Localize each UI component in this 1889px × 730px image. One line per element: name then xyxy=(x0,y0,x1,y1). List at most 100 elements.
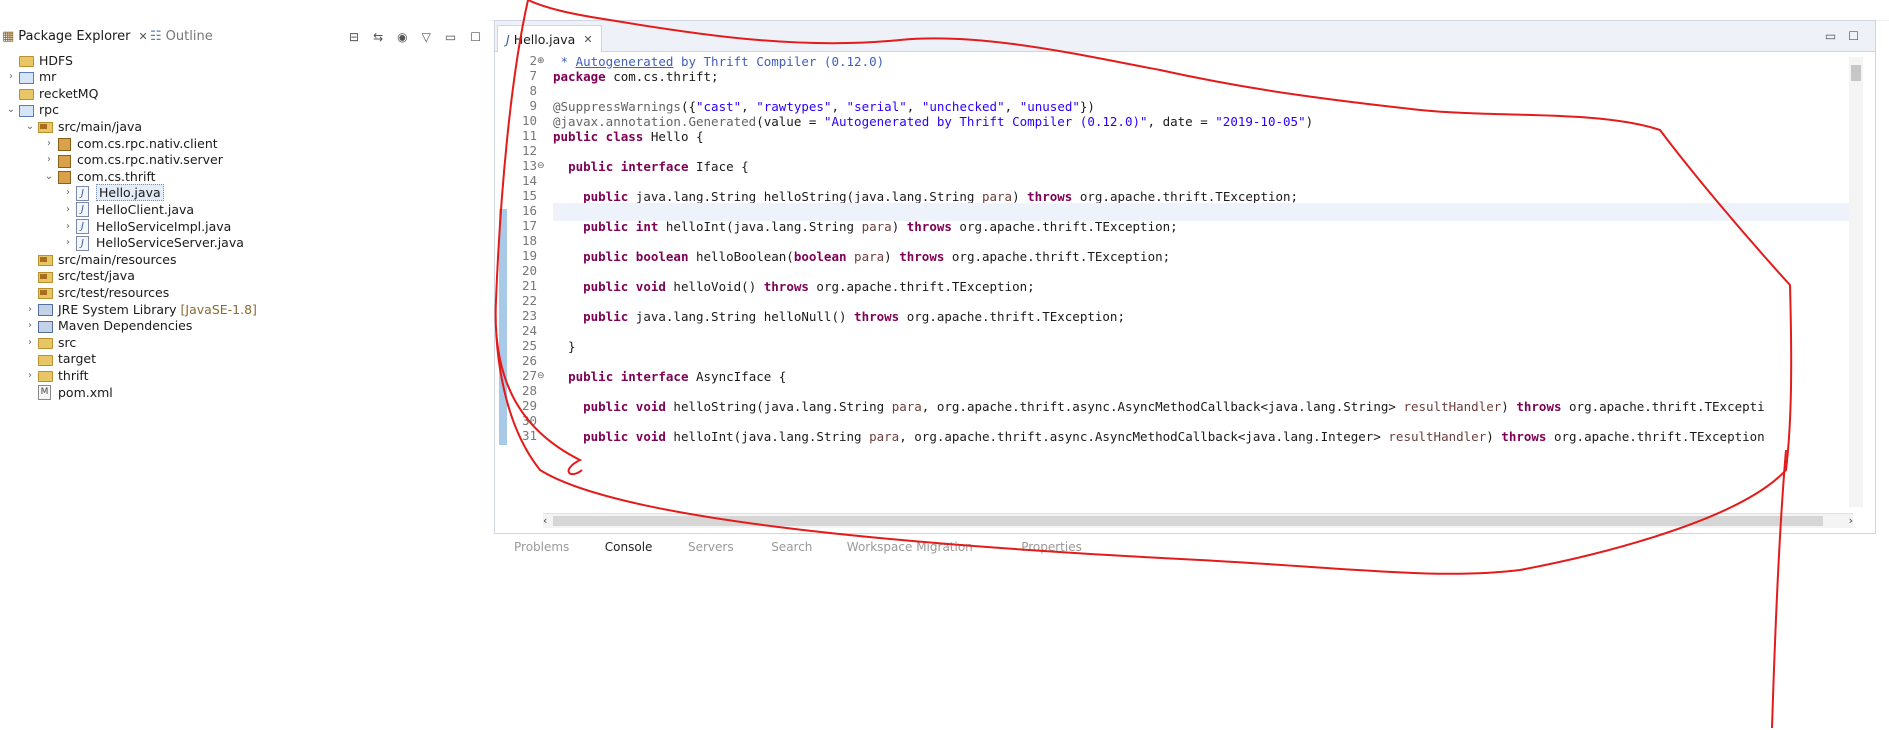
source-folder-icon xyxy=(37,252,53,267)
line-number: 8 xyxy=(529,83,537,98)
tab-outline[interactable]: ☷ Outline xyxy=(150,24,213,48)
source-folder-icon xyxy=(37,119,53,134)
code-line[interactable]: public interface AsyncIface { xyxy=(553,368,786,386)
line-number: 29 xyxy=(521,398,537,413)
code-line[interactable]: public boolean helloBoolean(boolean para… xyxy=(553,248,1170,266)
chevron-right-icon[interactable]: › xyxy=(61,187,75,198)
code-area[interactable]: * Autogenerated by Thrift Compiler (0.12… xyxy=(553,53,1863,513)
editor-window-controls: ▭ ☐ xyxy=(1825,29,1859,43)
window-top-bar xyxy=(0,0,1889,21)
folder-icon xyxy=(18,53,34,67)
line-number: 26 xyxy=(521,353,537,368)
line-number: 11 xyxy=(521,128,537,143)
link-with-editor-icon[interactable]: ⇆ xyxy=(373,30,383,44)
chevron-down-icon[interactable]: ⌄ xyxy=(42,171,56,182)
scroll-left-icon[interactable]: ‹ xyxy=(543,514,547,527)
bottom-tab[interactable]: Workspace Migration xyxy=(847,540,973,554)
chevron-right-icon[interactable]: › xyxy=(61,221,75,232)
editor-tab-label: Hello.java xyxy=(513,31,576,47)
line-number: 22 xyxy=(521,293,537,308)
tree-item-label: src/test/resources xyxy=(58,284,170,300)
minimize-icon[interactable]: ▭ xyxy=(1825,29,1836,43)
chevron-right-icon[interactable]: › xyxy=(4,71,18,82)
code-line[interactable]: package com.cs.thrift; xyxy=(553,68,719,86)
tab-package-explorer[interactable]: ▦ Package Explorer ✕ xyxy=(2,24,148,48)
chevron-right-icon[interactable]: › xyxy=(42,154,56,165)
folder-icon xyxy=(18,86,34,101)
horizontal-scrollbar[interactable]: ‹ › xyxy=(543,513,1853,528)
focus-icon[interactable]: ◉ xyxy=(397,30,407,44)
folder-icon xyxy=(37,335,53,350)
collapse-fold-icon[interactable]: ⊖ xyxy=(537,371,545,381)
scroll-thumb[interactable] xyxy=(1851,65,1861,81)
tree-item-label: HelloClient.java xyxy=(96,201,195,217)
chevron-right-icon[interactable]: › xyxy=(23,304,37,315)
chevron-right-icon[interactable]: › xyxy=(61,237,75,248)
bottom-tab[interactable]: Problems xyxy=(514,540,569,554)
xml-file-icon xyxy=(37,385,53,400)
scroll-thumb[interactable] xyxy=(553,516,1823,526)
line-number: 28 xyxy=(521,383,537,398)
chevron-down-icon[interactable]: ⌄ xyxy=(4,104,18,115)
line-number: 15 xyxy=(521,188,537,203)
tree-item-label: src xyxy=(58,334,77,350)
code-line[interactable]: public interface Iface { xyxy=(553,158,749,176)
line-number: 24 xyxy=(521,323,537,338)
bottom-tab[interactable]: Console xyxy=(605,540,653,554)
change-ruler-bar xyxy=(499,209,507,445)
tree-item-label: HelloServiceServer.java xyxy=(96,235,244,251)
code-line[interactable]: public void helloString(java.lang.String… xyxy=(553,398,1765,416)
java-file-icon xyxy=(75,185,91,201)
chevron-right-icon[interactable]: › xyxy=(42,138,56,149)
line-number: 2 xyxy=(529,53,537,68)
scroll-right-icon[interactable]: › xyxy=(1849,514,1853,527)
tree-item-label: com.cs.thrift xyxy=(77,168,156,184)
line-number: 9 xyxy=(529,98,537,113)
maximize-icon[interactable]: ☐ xyxy=(1848,29,1859,43)
code-line[interactable]: public void helloInt(java.lang.String pa… xyxy=(553,428,1765,446)
code-line[interactable]: } xyxy=(553,338,576,356)
source-folder-icon xyxy=(37,285,53,300)
tree-item-label: rpc xyxy=(39,102,59,118)
tree-item-label: HelloServiceImpl.java xyxy=(96,218,232,234)
bottom-tab[interactable]: Properties xyxy=(1021,540,1082,554)
view-menu-icon[interactable]: ▽ xyxy=(422,30,431,44)
maximize-icon[interactable]: ☐ xyxy=(470,30,481,44)
package-explorer-icon: ▦ xyxy=(2,28,15,44)
collapse-all-icon[interactable]: ⊟ xyxy=(349,30,359,44)
java-file-icon xyxy=(75,235,91,251)
vertical-scrollbar[interactable] xyxy=(1849,57,1863,507)
line-number: 27 xyxy=(521,368,537,383)
close-icon[interactable]: ✕ xyxy=(583,33,592,46)
collapse-fold-icon[interactable]: ⊖ xyxy=(537,161,545,171)
chevron-right-icon[interactable]: › xyxy=(23,370,37,381)
line-number: 20 xyxy=(521,263,537,278)
line-number: 31 xyxy=(521,428,537,443)
explorer-tab-bar: ▦ Package Explorer ✕ ☷ Outline ⊟ ⇆ ◉ ▽ ▭… xyxy=(0,24,489,48)
minimize-icon[interactable]: ▭ xyxy=(445,30,456,44)
code-line[interactable]: public int helloInt(java.lang.String par… xyxy=(553,218,1178,236)
code-line[interactable]: public java.lang.String helloNull() thro… xyxy=(553,308,1125,326)
chevron-right-icon[interactable]: › xyxy=(23,320,37,331)
chevron-down-icon[interactable]: ⌄ xyxy=(23,121,37,132)
expand-fold-icon[interactable]: ⊕ xyxy=(537,56,545,66)
tab-hello-java[interactable]: J Hello.java ✕ xyxy=(497,25,602,52)
line-number: 23 xyxy=(521,308,537,323)
chevron-right-icon[interactable]: › xyxy=(61,204,75,215)
line-number: 21 xyxy=(521,278,537,293)
bottom-tab[interactable]: Servers xyxy=(688,540,734,554)
line-number: 25 xyxy=(521,338,537,353)
package-explorer-view: ▦ Package Explorer ✕ ☷ Outline ⊟ ⇆ ◉ ▽ ▭… xyxy=(0,20,489,552)
close-icon[interactable]: ✕ xyxy=(138,30,147,43)
chevron-right-icon[interactable]: › xyxy=(23,337,37,348)
library-icon xyxy=(37,319,53,333)
explorer-toolbar: ⊟ ⇆ ◉ ▽ ▭ ☐ xyxy=(349,30,481,44)
bottom-tab[interactable]: Search xyxy=(771,540,812,554)
editor-tab-bar: J Hello.java ✕ ▭ ☐ xyxy=(495,21,1875,52)
tree-item-label: target xyxy=(58,351,97,367)
tree-item-label: recketMQ xyxy=(39,85,99,101)
code-line[interactable]: public class Hello { xyxy=(553,128,704,146)
code-line[interactable]: public void helloVoid() throws org.apach… xyxy=(553,278,1035,296)
tree-item[interactable]: pom.xml xyxy=(23,382,113,402)
library-icon xyxy=(37,302,53,316)
